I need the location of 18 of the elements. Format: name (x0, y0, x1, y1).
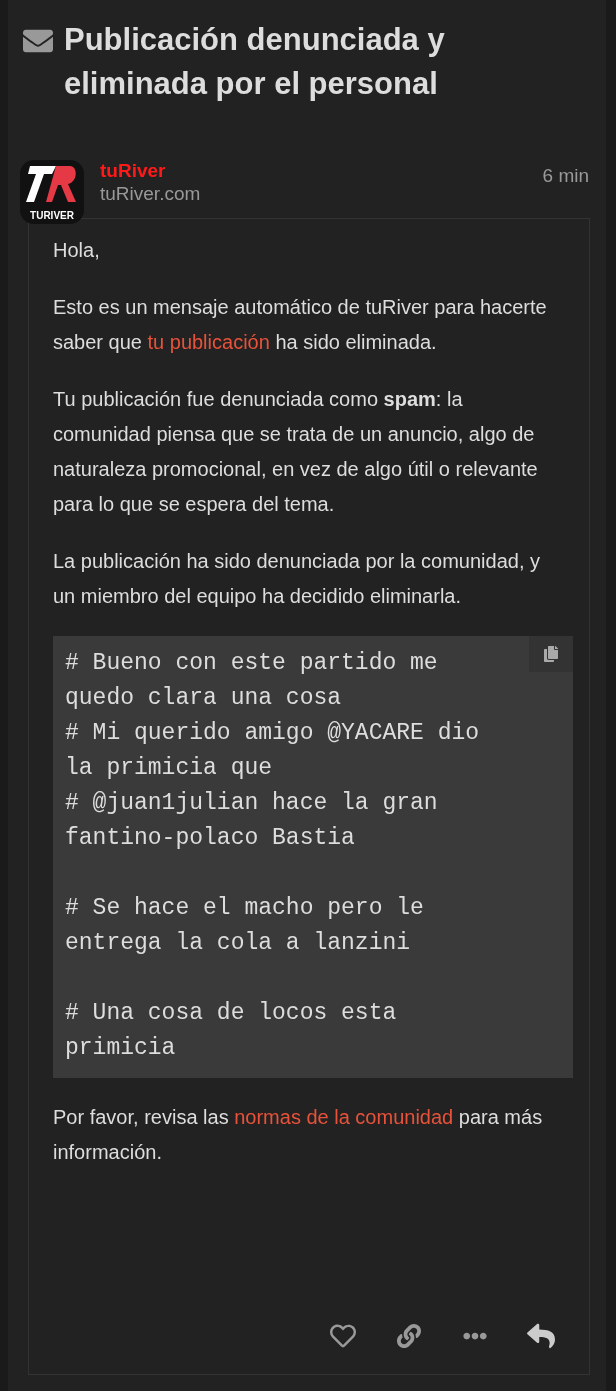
reply-icon (527, 1322, 555, 1350)
author-site: tuRiver.com (100, 182, 201, 206)
code-text: # Bueno con este partido me quedo clara una cosa # Mi querido amigo @YACARE dio la primicia que # @juan1julian hace la gran fantino-polaco Bastia # Se hace el macho pero le entrega la cola a lanzini # Una cosa de locos esta primicia (65, 649, 481, 1063)
inline-link[interactable]: normas de la comunidad (234, 1106, 454, 1128)
page-title: Publicación denunciada y eliminada por el personal (64, 21, 446, 103)
post-time: 6 min (542, 164, 589, 188)
paragraph: Hola, (53, 238, 101, 263)
paragraph: Esto es un mensaje automático de tuRiver para hacerte saber que tu publicación ha sido eliminada. (53, 295, 548, 355)
inline-link[interactable]: tu publicación (147, 331, 270, 353)
avatar-logo: TURIVER (20, 160, 84, 224)
paragraph: Tu publicación fue denunciada como spam: la comunidad piensa que se trata de un anuncio, algo de naturaleza promocional, en vez de algo útil o relevante para lo que se espera del tema. (53, 387, 539, 517)
copy-button[interactable] (529, 636, 573, 672)
paragraph: Por favor, revisa las normas de la comunidad para más información. (53, 1105, 544, 1165)
author-name[interactable]: tuRiver (100, 160, 201, 182)
copy-icon (543, 646, 559, 662)
link-icon (397, 1324, 421, 1348)
heart-icon (330, 1323, 356, 1349)
paragraph: La publicación ha sido denunciada por la comunidad, y un miembro del equipo ha decidido eliminarla. (53, 549, 541, 609)
